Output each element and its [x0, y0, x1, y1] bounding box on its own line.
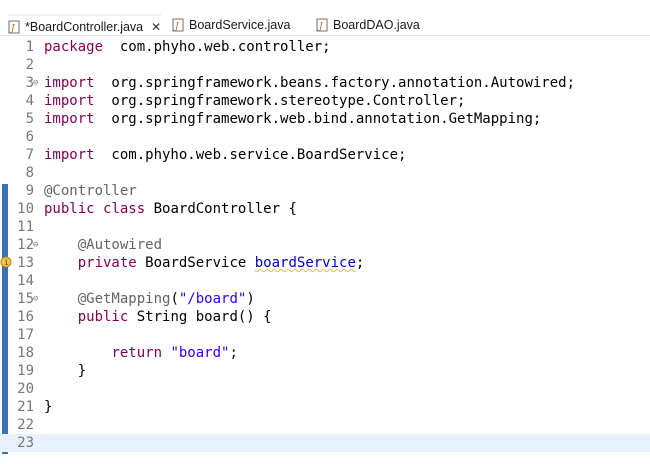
line-number: 22 — [17, 417, 34, 433]
code-line[interactable]: 7 import com.phyho.web.service.BoardServi… — [0, 146, 650, 164]
code-text: @Controller — [44, 183, 137, 199]
line-number: 18 — [17, 345, 34, 361]
warning-icon[interactable]: i — [0, 255, 12, 269]
tab-label: *BoardController.java — [25, 20, 144, 34]
code-line[interactable]: 4 import org.springframework.stereotype.C… — [0, 92, 650, 110]
line-number: 9 — [25, 183, 34, 199]
code-text: import com.phyho.web.service.BoardServic… — [44, 147, 407, 163]
line-number: 3 — [25, 75, 34, 91]
line-number: 19 — [17, 363, 34, 379]
line-number: 14 — [17, 273, 34, 289]
code-line[interactable]: 2 — [0, 56, 650, 74]
code-line[interactable]: 23 — [0, 434, 650, 452]
line-number: 11 — [17, 219, 34, 235]
code-line[interactable]: 15 ⊖ @GetMapping("/board") — [0, 290, 650, 308]
line-number: 23 — [17, 435, 34, 451]
code-line[interactable]: 13 i private BoardService boardService; — [0, 254, 650, 272]
fold-toggle-icon[interactable]: ⊖ — [33, 74, 38, 92]
java-file-icon: J — [316, 18, 329, 32]
line-number: 7 — [25, 147, 34, 163]
code-text: @Autowired — [77, 237, 163, 253]
code-line[interactable]: 1 package com.phyho.web.controller; — [0, 38, 650, 56]
code-text: } — [44, 363, 87, 379]
line-number: 20 — [17, 381, 34, 397]
tab-label: BoardDAO.java — [333, 18, 420, 32]
code-line[interactable]: 17 — [0, 326, 650, 344]
code-line[interactable]: 21} — [0, 398, 650, 416]
code-line[interactable]: 22 — [0, 416, 650, 434]
tab-boardservice[interactable]: J BoardService.java — [172, 14, 290, 36]
code-line[interactable]: 5 import org.springframework.web.bind.ann… — [0, 110, 650, 128]
code-line[interactable]: 12 ⊖ @Autowired — [0, 236, 650, 254]
code-text: import org.springframework.stereotype.Co… — [44, 93, 466, 109]
code-line[interactable]: 20 — [0, 380, 650, 398]
code-line[interactable]: 3 ⊖ import org.springframework.beans.facto… — [0, 74, 650, 92]
code-line[interactable]: 10 public class BoardController { — [0, 200, 650, 218]
line-number: 2 — [25, 57, 34, 73]
line-number: 16 — [17, 309, 34, 325]
line-number: 1 — [25, 39, 34, 55]
code-line[interactable]: 6 — [0, 128, 650, 146]
code-line[interactable]: 11 — [0, 218, 650, 236]
line-number: 5 — [25, 111, 34, 127]
code-line[interactable]: 14 — [0, 272, 650, 290]
java-file-icon: J — [172, 18, 185, 32]
tab-boardcontroller[interactable]: J *BoardController.java ✕ — [8, 14, 162, 38]
code-editor[interactable]: 1 package com.phyho.web.controller; 2 3 ⊖ imp… — [0, 38, 650, 464]
editor-tab-bar: J *BoardController.java ✕ J BoardService… — [0, 0, 650, 36]
svg-text:i: i — [4, 258, 9, 267]
code-text: import org.springframework.beans.factory… — [44, 75, 576, 91]
code-text: private BoardService boardService; — [77, 255, 365, 271]
line-number: 13 — [17, 255, 34, 271]
code-line[interactable]: 9 @Controller — [0, 182, 650, 200]
line-number: 4 — [25, 93, 34, 109]
code-text: public String board() { — [77, 309, 272, 325]
fold-toggle-icon[interactable]: ⊖ — [33, 236, 38, 254]
code-text: package com.phyho.web.controller; — [44, 39, 331, 55]
line-number: 21 — [17, 399, 34, 415]
line-number: 10 — [17, 201, 34, 217]
code-line[interactable]: 16 public String board() { — [0, 308, 650, 326]
code-line[interactable]: 18 return "board"; — [0, 344, 650, 362]
line-number: 6 — [25, 129, 34, 145]
code-text: import org.springframework.web.bind.anno… — [44, 111, 542, 127]
close-tab-icon[interactable]: ✕ — [151, 20, 161, 34]
java-file-icon: J — [8, 20, 21, 34]
code-text: return "board"; — [111, 345, 238, 361]
tab-label: BoardService.java — [189, 18, 291, 32]
code-text: @GetMapping("/board") — [77, 291, 255, 307]
code-text: } — [44, 399, 53, 415]
code-line[interactable]: 19 } — [0, 362, 650, 380]
code-text: public class BoardController { — [44, 201, 297, 217]
line-number: 12 — [17, 237, 34, 253]
line-number: 15 — [17, 291, 34, 307]
line-number: 17 — [17, 327, 34, 343]
fold-toggle-icon[interactable]: ⊖ — [33, 290, 38, 308]
code-line[interactable]: 8 — [0, 164, 650, 182]
tab-boarddao[interactable]: J BoardDAO.java — [316, 14, 420, 36]
line-number: 8 — [25, 165, 34, 181]
